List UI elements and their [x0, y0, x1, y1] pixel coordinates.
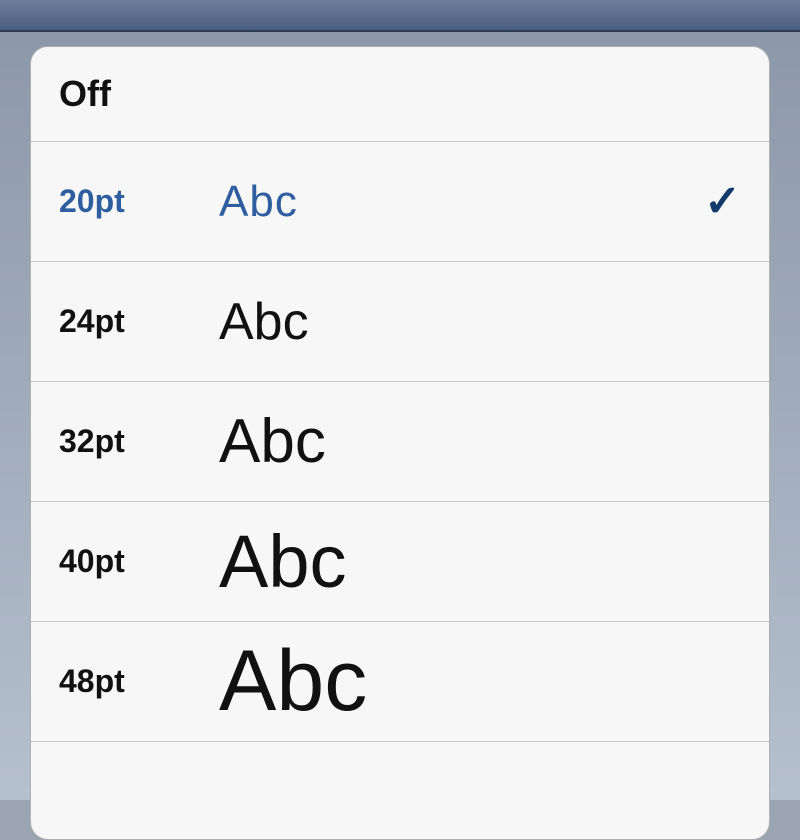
option-size-label: 20pt: [59, 183, 219, 220]
checkmark-icon: ✓: [704, 176, 741, 227]
option-size-label: 40pt: [59, 543, 219, 580]
option-sample-text: Abc: [219, 632, 741, 731]
option-24pt[interactable]: 24pt Abc: [31, 262, 769, 382]
option-48pt[interactable]: 48pt Abc: [31, 622, 769, 742]
option-sample-text: Abc: [219, 177, 704, 227]
option-off[interactable]: Off: [31, 47, 769, 142]
option-off-label: Off: [59, 73, 111, 115]
option-sample-text: Abc: [219, 519, 741, 604]
settings-panel: Off 20pt Abc ✓ 24pt Abc 32pt Abc 40pt Ab…: [30, 46, 770, 840]
navigation-bar: [0, 0, 800, 32]
option-sample-text: Abc: [219, 406, 741, 477]
option-20pt[interactable]: 20pt Abc ✓: [31, 142, 769, 262]
option-size-label: 32pt: [59, 423, 219, 460]
screen-frame: Off 20pt Abc ✓ 24pt Abc 32pt Abc 40pt Ab…: [0, 0, 800, 800]
option-sample-text: Abc: [219, 292, 741, 352]
font-size-list: Off 20pt Abc ✓ 24pt Abc 32pt Abc 40pt Ab…: [31, 47, 769, 742]
option-32pt[interactable]: 32pt Abc: [31, 382, 769, 502]
option-40pt[interactable]: 40pt Abc: [31, 502, 769, 622]
option-size-label: 48pt: [59, 663, 219, 700]
option-size-label: 24pt: [59, 303, 219, 340]
